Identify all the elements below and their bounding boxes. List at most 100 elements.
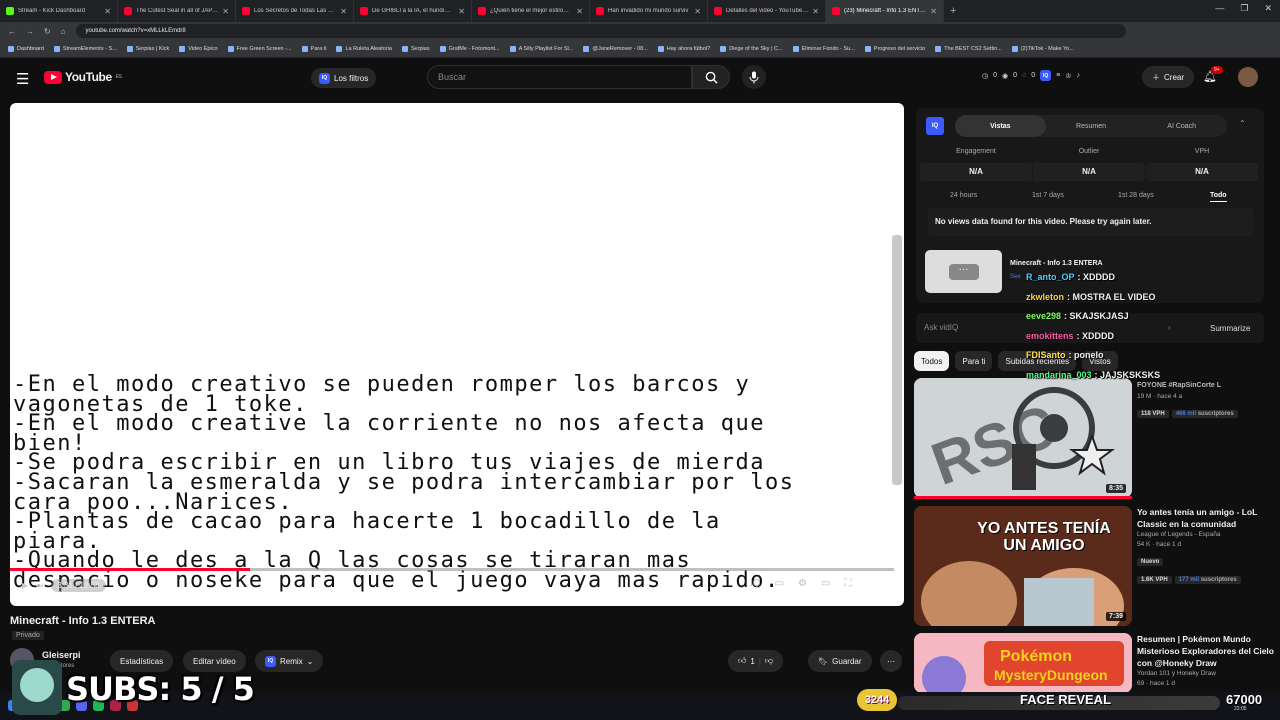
stream-chat-overlay: R_anto_OP: XDDDD zkwleton: MOSTRA EL VIDE…: [1026, 272, 1236, 389]
browser-tab[interactable]: Han invadido mi mundo surviv ✕: [590, 0, 708, 22]
search-input[interactable]: Buscar: [427, 65, 692, 89]
rec-thumbnail[interactable]: Pokémon MysteryDungeon: [914, 633, 1132, 693]
close-icon[interactable]: ✕: [1264, 3, 1272, 14]
browser-tab[interactable]: (23) Minecraft - Info 1.3 ENTER ✕: [826, 0, 944, 22]
bookmark-item[interactable]: Hay ahora fútbol?: [657, 45, 710, 52]
range-7d[interactable]: 1st 7 days: [1032, 192, 1064, 199]
window-controls[interactable]: — ❐ ✕: [1215, 3, 1272, 14]
browser-tab[interactable]: Stream - Kick Dashboard ✕: [0, 0, 118, 22]
settings-icon[interactable]: ⚙: [798, 578, 807, 589]
back-icon[interactable]: ←: [8, 27, 16, 36]
youtube-logo[interactable]: YouTube ES: [44, 70, 122, 84]
more-button[interactable]: ⋯: [880, 650, 902, 672]
browser-tab[interactable]: Los Secretos de Todas Las Estru ✕: [236, 0, 354, 22]
bookmark-item[interactable]: Serpias: [401, 45, 430, 52]
rec-channel[interactable]: Yordan 101 y Honeky Draw: [1137, 669, 1277, 679]
new-tab-icon[interactable]: +: [950, 5, 956, 17]
save-button[interactable]: 🔖︎ Guardar: [808, 650, 872, 672]
avatar[interactable]: [1238, 67, 1258, 87]
bookmark-item[interactable]: La Ruleta Aleatoria: [336, 45, 392, 52]
like-button[interactable]: 👍︎ 1 | 👎︎: [728, 650, 784, 672]
voice-search-button[interactable]: [742, 65, 766, 89]
next-icon[interactable]: ⏭: [36, 581, 43, 591]
browser-tab[interactable]: De GHIBLI a la IA, el hundimien ✕: [354, 0, 472, 22]
bookmark-item[interactable]: A Silly Playlist For Sl...: [509, 45, 573, 52]
rec-thumbnail[interactable]: YO ANTES TENÍA UN AMIGO 7:39: [914, 506, 1132, 626]
close-tab-icon[interactable]: ✕: [812, 7, 819, 16]
close-tab-icon[interactable]: ✕: [694, 7, 701, 16]
edit-video-button[interactable]: Editar vídeo: [183, 650, 246, 672]
browser-tab[interactable]: Detalles del video - YouTube St ✕: [708, 0, 826, 22]
tab-vistas[interactable]: Vistas: [955, 115, 1046, 137]
filters-button[interactable]: IQ Los filtros: [311, 68, 377, 88]
browser-tab[interactable]: ¿Quién tiene el mejor estilo? Li ✕: [472, 0, 590, 22]
reload-icon[interactable]: ↻: [44, 27, 51, 36]
close-tab-icon[interactable]: ✕: [340, 7, 347, 16]
progress-fill: [10, 568, 251, 571]
chevron-up-icon[interactable]: ⌃: [1239, 119, 1246, 128]
tab-ai-coach[interactable]: AI Coach: [1136, 115, 1227, 137]
vidiq-toolbar-icon[interactable]: IQ: [1040, 70, 1052, 81]
video-thumbnail: ···: [925, 250, 1002, 293]
bookmark-item[interactable]: Diege of the Sky | C...: [720, 45, 783, 52]
bookmark-label: The BEST CS2 Settin...: [944, 45, 1002, 52]
bookmark-item[interactable]: Free Green Screen -...: [227, 45, 292, 52]
search-button[interactable]: [692, 65, 730, 89]
channel-name[interactable]: Gleiserpi: [42, 650, 81, 660]
bookmark-item[interactable]: Eliminar Fondo - Su...: [792, 45, 855, 52]
home-icon[interactable]: ⌂: [61, 27, 66, 36]
rec-title[interactable]: Yo antes tenía un amigo - LoL Classic en…: [1137, 506, 1277, 530]
menu-icon[interactable]: ☰: [16, 70, 29, 88]
bookmark-item[interactable]: GrafMe - Fotomont...: [439, 45, 500, 52]
range-all[interactable]: Todo: [1210, 192, 1227, 202]
video-progress-bar[interactable]: [10, 568, 894, 571]
range-24h[interactable]: 24 hours: [950, 192, 977, 199]
bookmark-item[interactable]: Para ti: [301, 45, 326, 52]
bookmark-item[interactable]: Progreso del servicio: [864, 45, 925, 52]
subtitles-icon[interactable]: ▭: [775, 578, 784, 589]
create-button[interactable]: ＋ Crear: [1142, 66, 1195, 88]
list-icon[interactable]: ≡: [1056, 72, 1060, 79]
bookmark-item[interactable]: @JaneRemover - 08...: [583, 45, 648, 52]
maximize-icon[interactable]: ❐: [1240, 3, 1248, 14]
rec-title[interactable]: Resumen | Pokémon Mundo Misterioso Explo…: [1137, 633, 1277, 669]
minimize-icon[interactable]: —: [1215, 3, 1224, 14]
vidiq-player-icon[interactable]: IQ: [750, 578, 761, 589]
fullscreen-icon[interactable]: ⛶: [844, 578, 851, 589]
url-field[interactable]: youtube.com/watch?v=xMLLkLEmdr8: [75, 24, 1126, 38]
bookmark-label: Free Green Screen -...: [236, 45, 292, 52]
stats-button[interactable]: Estadísticas: [110, 650, 174, 672]
tab-resumen[interactable]: Resumen: [1046, 115, 1137, 137]
notification-badge: 9+: [1211, 66, 1223, 74]
chip-para-ti[interactable]: Para ti: [955, 351, 993, 371]
close-tab-icon[interactable]: ✕: [576, 7, 583, 16]
bookmark-item[interactable]: The BEST CS2 Settin...: [935, 45, 1002, 52]
bookmark-item[interactable]: Video Epico: [179, 45, 218, 52]
bookmark-item[interactable]: StreamElements - S...: [53, 45, 117, 52]
chip-todos[interactable]: Todos: [914, 351, 950, 371]
close-tab-icon[interactable]: ✕: [104, 7, 111, 16]
bookmark-item[interactable]: (2)TikTok - Make Yo...: [1011, 45, 1074, 52]
remix-button[interactable]: IQ Remix ⌄: [255, 650, 324, 672]
video-player[interactable]: -En el modo creativo se pueden romper lo…: [10, 103, 904, 606]
rec-thumbnail[interactable]: RSC 8:35: [914, 378, 1132, 498]
bookmark-item[interactable]: Serpias | Kick: [126, 45, 169, 52]
bookmark-item[interactable]: Dashboard: [8, 45, 44, 52]
trophy-icon[interactable]: ♔: [1065, 72, 1071, 80]
see-link[interactable]: See: [1010, 274, 1021, 280]
forward-icon[interactable]: →: [26, 27, 34, 36]
range-28d[interactable]: 1st 28 days: [1118, 192, 1154, 199]
browser-tab[interactable]: The Cutest Seal in all of JAPAN! ✕: [118, 0, 236, 22]
bookmark-favicon-icon: [439, 45, 446, 52]
like-count: 1: [750, 656, 755, 666]
alert-icon[interactable]: ♪: [1076, 72, 1080, 79]
play-icon[interactable]: ▶: [22, 581, 28, 590]
rec-channel[interactable]: League of Legends - España: [1137, 530, 1277, 540]
close-tab-icon[interactable]: ✕: [930, 7, 937, 16]
more-icon: ⋯: [887, 656, 895, 666]
thumb-down-icon[interactable]: 👎︎: [765, 656, 773, 666]
save-label: Guardar: [832, 656, 862, 666]
close-tab-icon[interactable]: ✕: [458, 7, 465, 16]
theater-icon[interactable]: ▭: [821, 578, 830, 589]
close-tab-icon[interactable]: ✕: [222, 7, 229, 16]
